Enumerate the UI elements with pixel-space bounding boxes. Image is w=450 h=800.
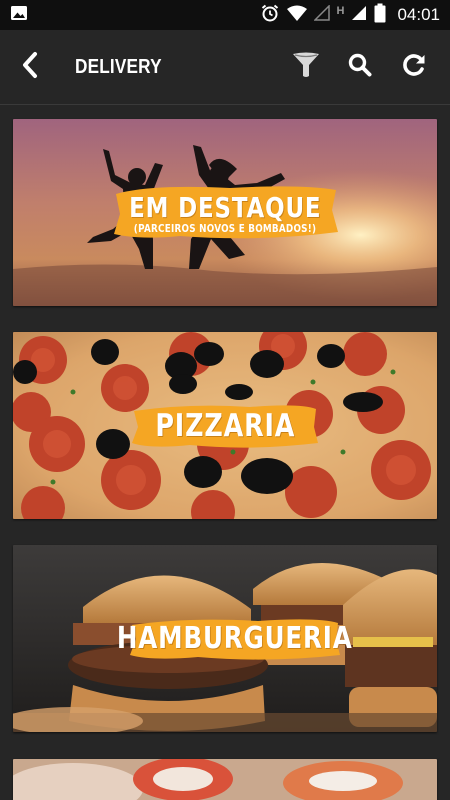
app-bar: DELIVERY [0, 30, 450, 105]
category-title: PIZZARIA [155, 407, 295, 444]
category-card-pizzaria[interactable]: PIZZARIA [13, 332, 437, 519]
category-label: HAMBURGUERIA [13, 545, 437, 732]
search-icon [347, 52, 373, 82]
status-bar: H 04:01 [0, 0, 450, 30]
filter-button[interactable] [288, 47, 324, 87]
battery-icon [374, 3, 386, 27]
category-card-hamburgueria[interactable]: HAMBURGUERIA [13, 545, 437, 732]
food-image-partial [13, 759, 437, 800]
gallery-notification-icon [10, 5, 28, 25]
back-arrow-icon [20, 51, 40, 83]
signal-empty-icon [312, 4, 330, 25]
category-title: HAMBURGUERIA [117, 621, 353, 656]
category-title: EM DESTAQUE [128, 190, 322, 224]
funnel-icon [291, 50, 321, 84]
category-card-em-destaque[interactable]: EM DESTAQUE (PARCEIROS NOVOS E BOMBADOS!… [13, 119, 437, 306]
alarm-icon [260, 3, 280, 27]
page-title: DELIVERY [75, 55, 162, 78]
category-subtitle: (PARCEIROS NOVOS E BOMBADOS!) [133, 221, 317, 235]
wifi-icon [286, 5, 307, 25]
signal-icon [351, 5, 367, 25]
refresh-icon [400, 51, 428, 83]
category-label: PIZZARIA [13, 332, 437, 519]
refresh-button[interactable] [396, 47, 432, 87]
network-type-label: H [336, 5, 345, 17]
clock: 04:01 [397, 5, 440, 24]
category-card-partial[interactable] [13, 759, 437, 800]
category-label: EM DESTAQUE (PARCEIROS NOVOS E BOMBADOS!… [13, 119, 437, 306]
app-root: H 04:01 DELIVERY EM DESTAQUE (PARCEIROS … [0, 0, 450, 800]
back-button[interactable] [0, 30, 60, 105]
search-button[interactable] [342, 47, 378, 87]
